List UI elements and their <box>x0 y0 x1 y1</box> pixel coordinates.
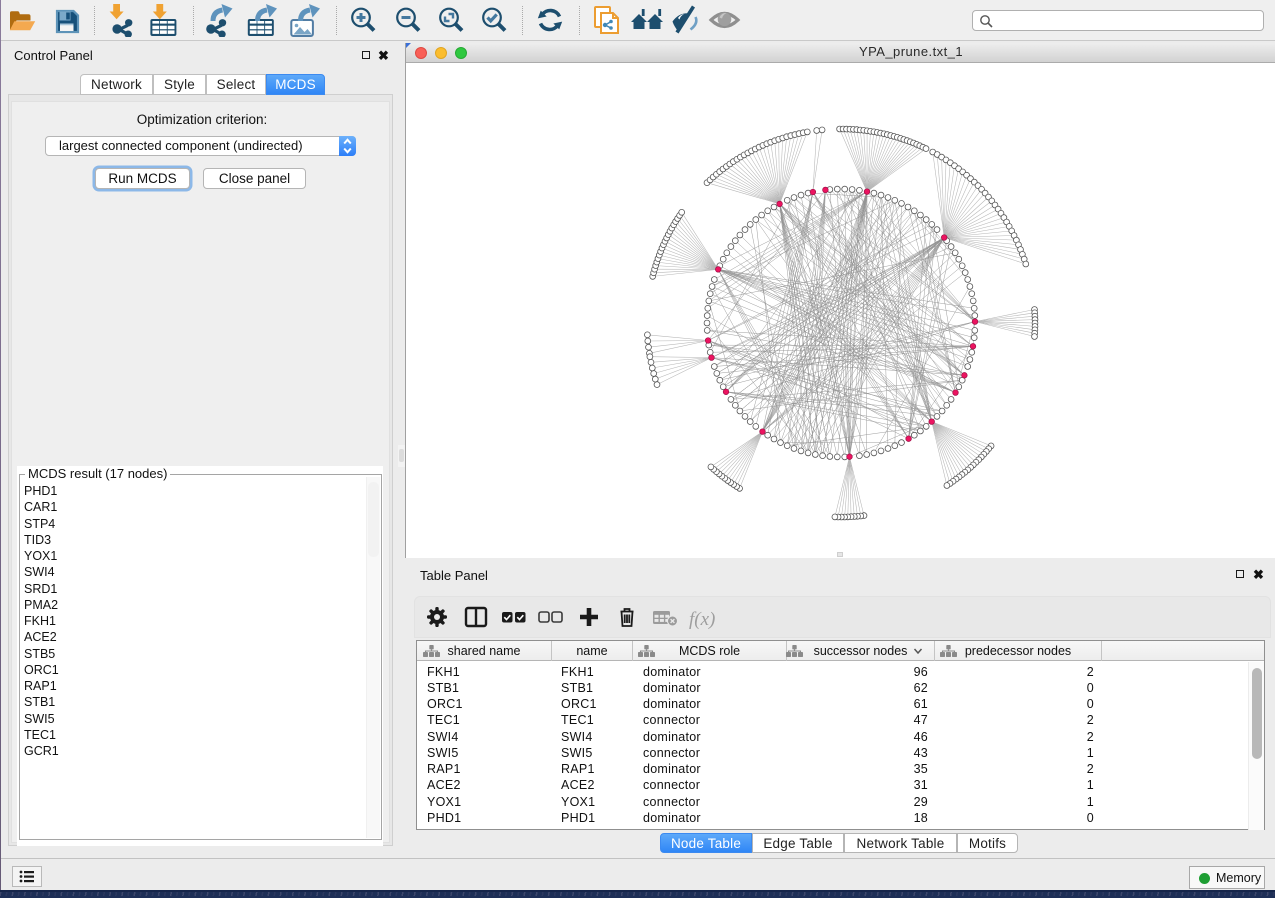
svg-text:f(x): f(x) <box>689 609 715 630</box>
